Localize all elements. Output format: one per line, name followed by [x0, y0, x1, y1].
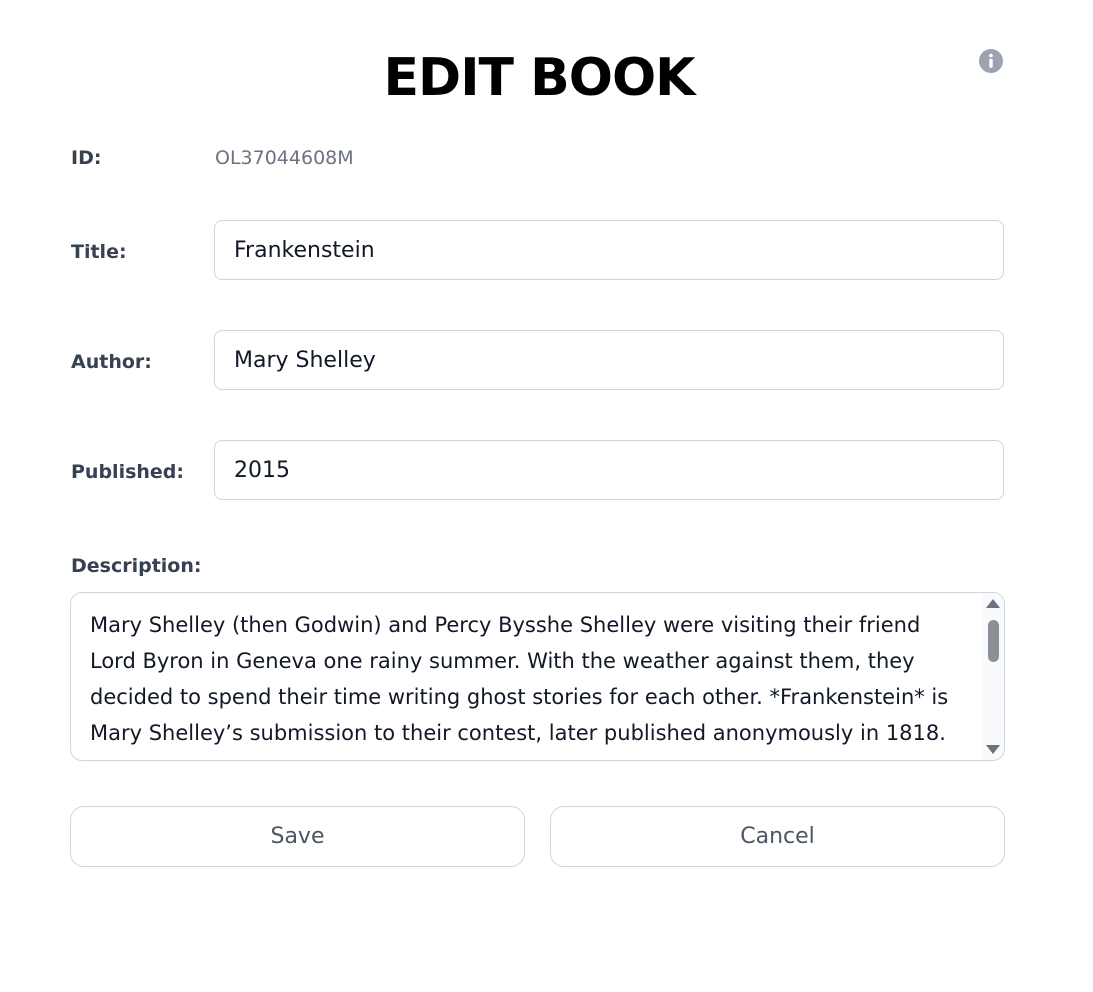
title-field[interactable]	[214, 220, 1004, 280]
scroll-up-arrow-icon[interactable]	[986, 599, 1000, 608]
info-icon[interactable]	[979, 49, 1003, 73]
cancel-button[interactable]: Cancel	[550, 806, 1005, 867]
description-label: Description:	[71, 555, 202, 577]
description-field[interactable]: Mary Shelley (then Godwin) and Percy Bys…	[70, 592, 1005, 761]
author-field[interactable]	[214, 330, 1004, 390]
page-title: EDIT BOOK	[383, 48, 696, 108]
save-button[interactable]: Save	[70, 806, 525, 867]
author-label: Author:	[71, 351, 152, 373]
title-label: Title:	[71, 241, 127, 263]
id-value: OL37044608M	[215, 147, 354, 169]
published-label: Published:	[71, 461, 184, 483]
scroll-down-arrow-icon[interactable]	[986, 745, 1000, 754]
id-label: ID:	[71, 147, 102, 169]
published-field[interactable]	[214, 440, 1004, 500]
description-text[interactable]: Mary Shelley (then Godwin) and Percy Bys…	[90, 607, 970, 751]
scroll-thumb[interactable]	[988, 620, 999, 662]
description-scrollbar[interactable]	[982, 593, 1004, 760]
